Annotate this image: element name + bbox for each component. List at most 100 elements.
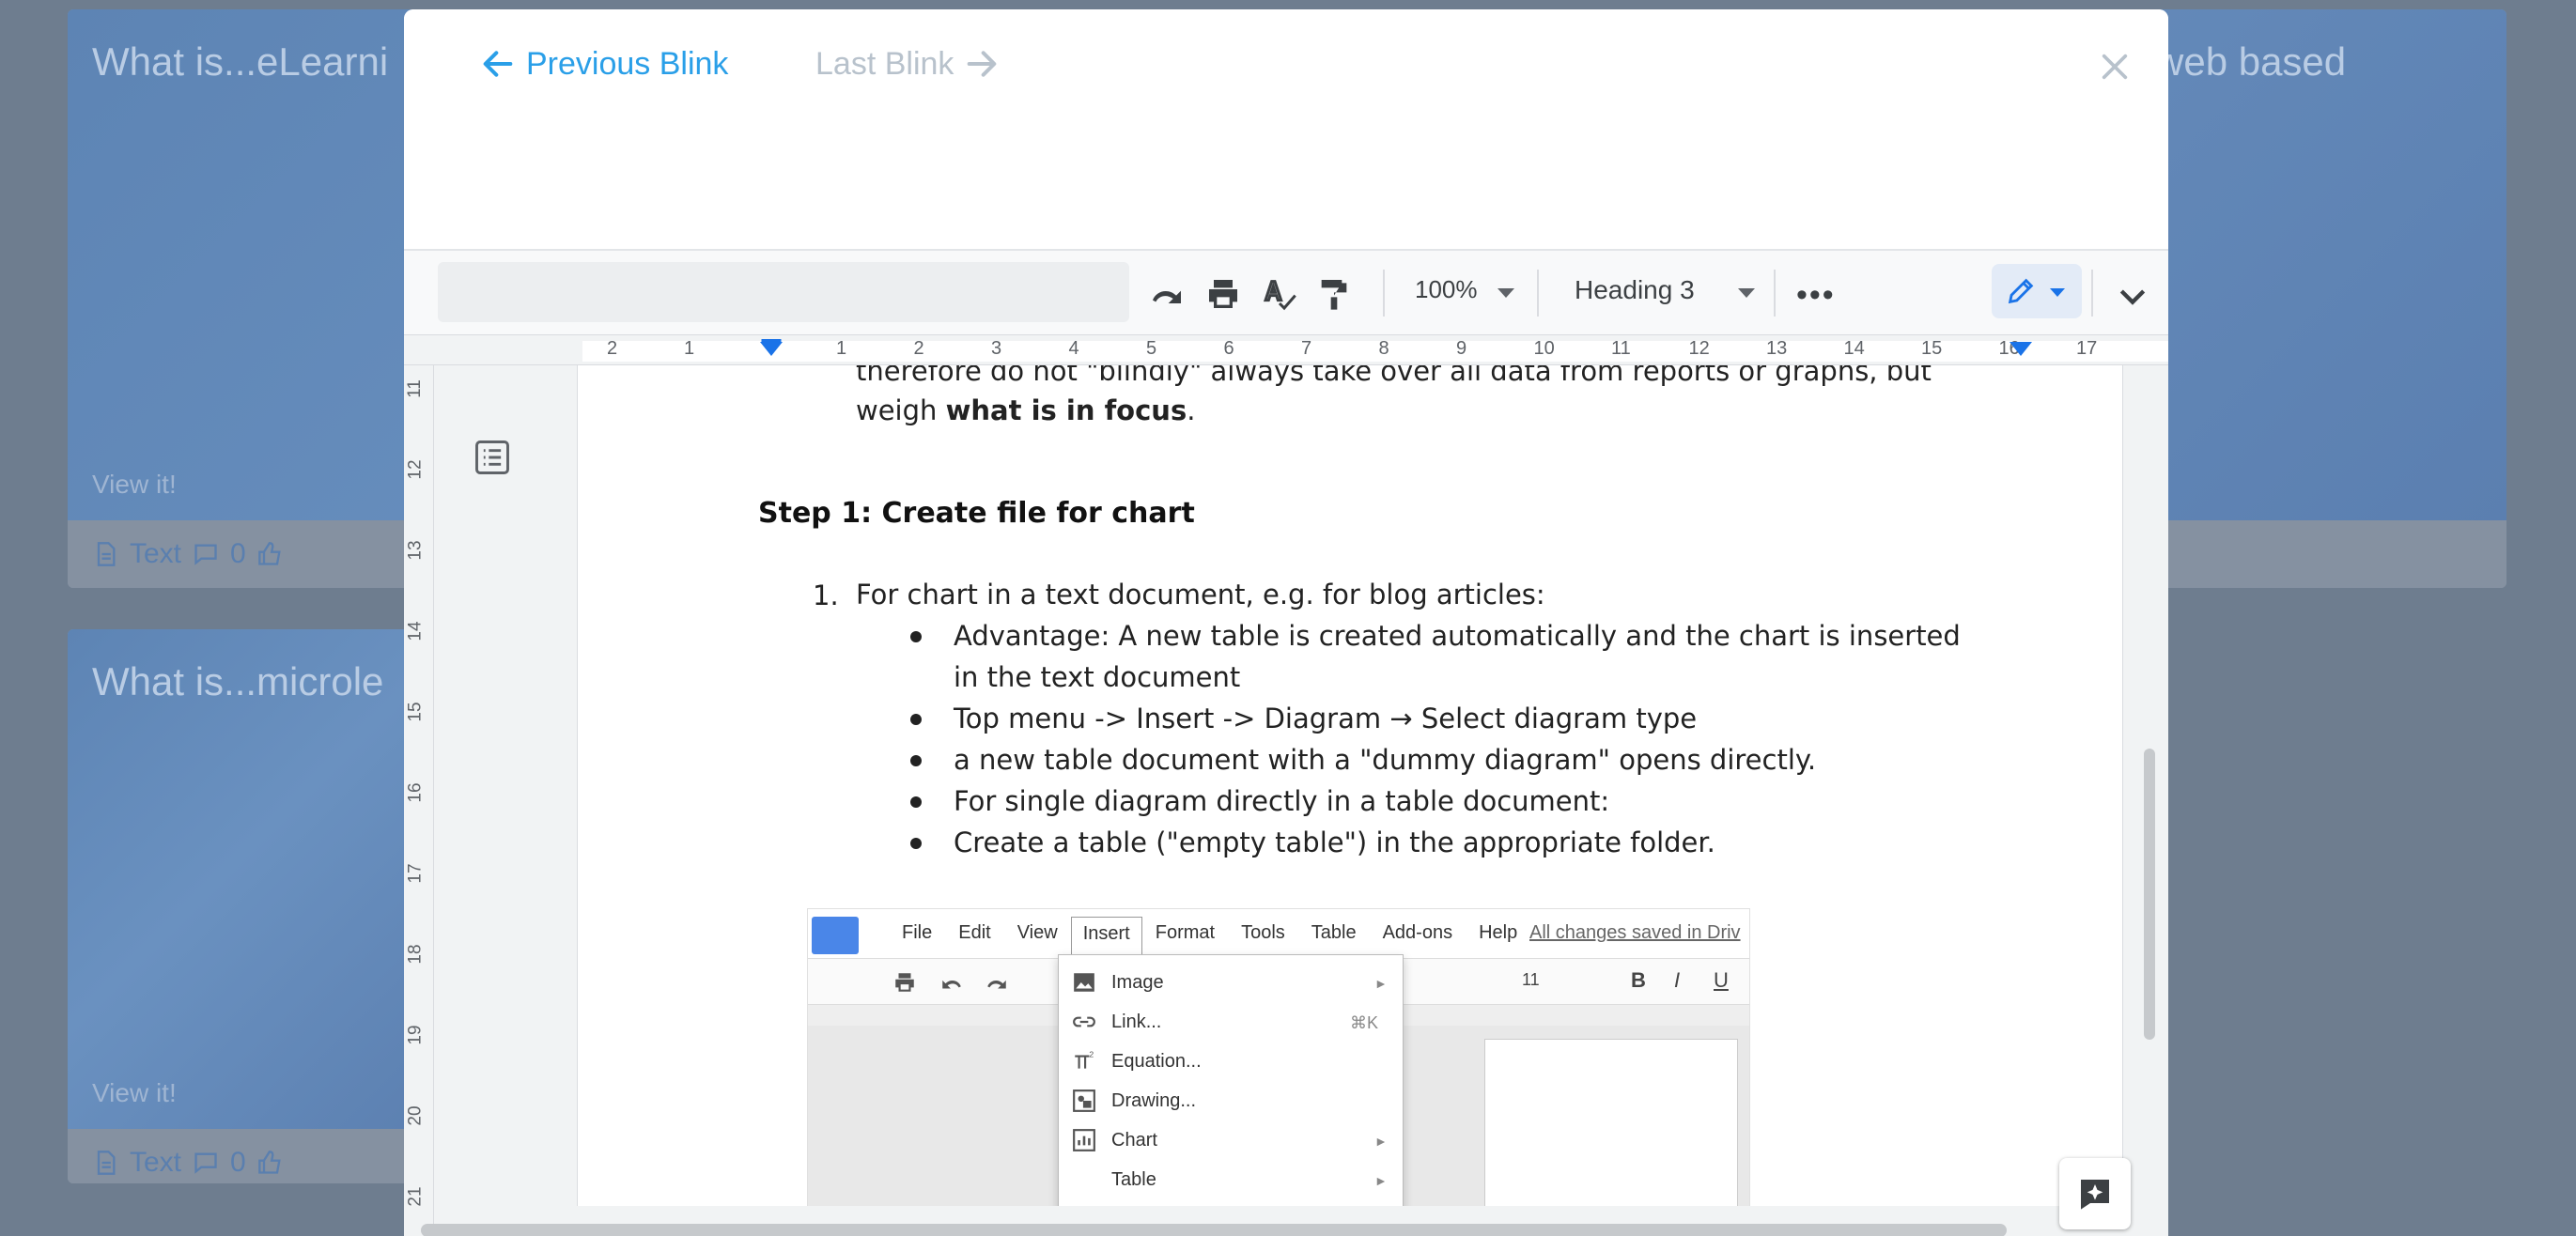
- image-icon: [1074, 973, 1094, 992]
- vertical-ruler-tick-label: 16: [405, 782, 426, 803]
- ruler-tick-label: 15: [1921, 338, 1943, 359]
- svg-text:2: 2: [1089, 1050, 1094, 1059]
- horizontal-ruler: 2 1 1 2 3 4 5 6 7 8 9 10 11 12 13 14 15 16 17: [404, 335, 2168, 365]
- vertical-ruler-tick-label: 19: [405, 1025, 426, 1045]
- ruler-tick-label: 13: [1766, 338, 1788, 359]
- ruler-tick-label: 11: [1611, 338, 1631, 359]
- arrow-right-icon: [968, 51, 997, 77]
- document-page[interactable]: therefore do not "blindly" always take o…: [577, 365, 2123, 1206]
- paint-format-icon[interactable]: [1315, 275, 1353, 313]
- card-title-right: web based: [2155, 39, 2347, 84]
- step-heading: Step 1: Create file for chart: [758, 497, 1195, 530]
- font-size-value: 11: [1522, 970, 1540, 989]
- bullet-item: Top menu -> Insert -> Diagram → Select d…: [909, 698, 1697, 739]
- intro-line-2-prefix: weigh: [856, 394, 946, 426]
- card-title: What is...eLearni: [92, 39, 389, 84]
- pencil-icon: [2008, 278, 2034, 304]
- card-footer: Text 0: [68, 1129, 443, 1183]
- indent-marker-icon[interactable]: [757, 339, 785, 362]
- chevron-down-icon[interactable]: [2114, 277, 2151, 315]
- document-icon: [97, 1151, 116, 1175]
- dropdown-item-chart: Chart: [1111, 1130, 1157, 1151]
- right-indent-marker-icon[interactable]: [2007, 339, 2035, 362]
- editing-mode-button[interactable]: [1992, 264, 2082, 318]
- comment-count: 0: [230, 1147, 246, 1178]
- print-icon[interactable]: [1204, 275, 1242, 313]
- list-number: 1.: [813, 579, 839, 611]
- submenu-arrow-icon: ►: [1374, 1134, 1388, 1149]
- ruler-tick-label: 6: [1223, 338, 1234, 359]
- menu-search-field[interactable]: [438, 262, 1129, 322]
- print-icon: [895, 973, 914, 992]
- thumbs-up-icon: [257, 1151, 281, 1174]
- zoom-caret-icon[interactable]: [1497, 288, 1514, 298]
- ruler-tick-label: 17: [2076, 338, 2098, 359]
- embedded-menu-item: Format: [1155, 922, 1216, 943]
- chart-icon: [1073, 1129, 1095, 1151]
- bullet-item-continuation: in the text document: [954, 661, 1241, 693]
- ruler-tick-label: 1: [836, 338, 847, 359]
- docs-toolbar: 100% Heading 3 •••: [404, 251, 2168, 335]
- ruler-tick-label: 14: [1843, 338, 1865, 359]
- intro-line-1: therefore do not "blindly" always take o…: [856, 365, 1932, 387]
- vertical-ruler: 11 12 13 14 15 16 17 18 19 20 21: [404, 365, 434, 1236]
- ruler-tick-label: 12: [1688, 338, 1710, 359]
- ruler-tick-label: 1: [684, 338, 695, 359]
- card-type-label: Text: [130, 538, 182, 569]
- more-options-icon[interactable]: •••: [1796, 277, 1836, 314]
- modal-header: Previous Blink Last Blink: [404, 9, 2168, 249]
- dropdown-item-equation: Equation...: [1111, 1051, 1202, 1072]
- zoom-select[interactable]: 100%: [1415, 275, 1478, 304]
- vertical-ruler-tick-label: 15: [405, 702, 426, 722]
- vertical-ruler-tick-label: 11: [404, 379, 425, 398]
- toolbar-separator: [2091, 270, 2093, 317]
- document-outline-icon[interactable]: [472, 437, 513, 478]
- toolbar-separator: [1537, 270, 1539, 317]
- last-blink-button: Last Blink: [815, 45, 1001, 83]
- redo-icon[interactable]: [1148, 275, 1186, 313]
- embedded-menu-item: Add-ons: [1382, 922, 1453, 943]
- italic-button: I: [1674, 968, 1681, 992]
- dropdown-item-drawing: Drawing...: [1111, 1090, 1197, 1111]
- card-type-label: Text: [130, 1147, 182, 1178]
- bold-button: B: [1631, 968, 1646, 992]
- embedded-menu-item: View: [1016, 922, 1058, 943]
- google-docs-embed: 100% Heading 3 ••• 2 1 1 2 3 4 5 6 7 8 9 10 11 12 13 14…: [404, 249, 2168, 1236]
- comment-icon: [194, 1152, 217, 1174]
- vertical-ruler-tick-label: 21: [405, 1186, 426, 1207]
- horizontal-scrollbar[interactable]: [421, 1224, 2007, 1236]
- blink-modal: Previous Blink Last Blink 100% Heading 3…: [404, 9, 2168, 1236]
- vertical-ruler-tick-label: 17: [405, 863, 426, 884]
- bullet-item: a new table document with a "dummy diagr…: [909, 739, 1816, 780]
- ruler-tick-label: 5: [1146, 338, 1157, 359]
- list-item: For chart in a text document, e.g. for b…: [856, 579, 1545, 610]
- dropdown-item-image: Image: [1111, 972, 1164, 993]
- explore-icon: [2081, 1180, 2109, 1210]
- close-icon[interactable]: [2099, 51, 2131, 83]
- spellcheck-icon[interactable]: [1261, 275, 1298, 313]
- dropdown-item-link: Link...: [1111, 1012, 1162, 1032]
- card-title: What is...microle: [92, 659, 384, 703]
- intro-line-2-bold: what is in focus: [945, 394, 1187, 426]
- style-caret-icon[interactable]: [1738, 288, 1755, 298]
- link-shortcut: ⌘K: [1350, 1013, 1379, 1032]
- explore-button[interactable]: [2059, 1158, 2131, 1229]
- undo-icon: [942, 980, 961, 989]
- bullet-item: For single diagram directly in a table d…: [909, 780, 1609, 822]
- embedded-menu-item: Insert: [1070, 917, 1142, 954]
- view-it-link: View it!: [92, 1078, 177, 1107]
- last-blink-label: Last Blink: [815, 45, 954, 82]
- background-card-2: What is...microle View it! Text 0: [68, 629, 443, 1183]
- embedded-screenshot: File Edit View Insert Format Tools Table Add-on…: [807, 908, 1750, 1206]
- vertical-scrollbar[interactable]: [2144, 749, 2155, 1040]
- paragraph-style-select[interactable]: Heading 3: [1575, 275, 1695, 305]
- view-it-link: View it!: [92, 470, 177, 499]
- embedded-menu-item: File: [902, 922, 933, 943]
- embedded-menubar: File Edit View Insert Format Tools Table Add-on…: [889, 917, 1530, 954]
- submenu-arrow-icon: ►: [1374, 976, 1388, 991]
- editing-mode-caret-icon: [2050, 288, 2065, 297]
- previous-blink-button[interactable]: Previous Blink: [479, 45, 728, 83]
- ruler-tick-label: 3: [991, 338, 1002, 359]
- vertical-ruler-tick-label: 20: [405, 1105, 426, 1126]
- comment-count: 0: [230, 538, 246, 569]
